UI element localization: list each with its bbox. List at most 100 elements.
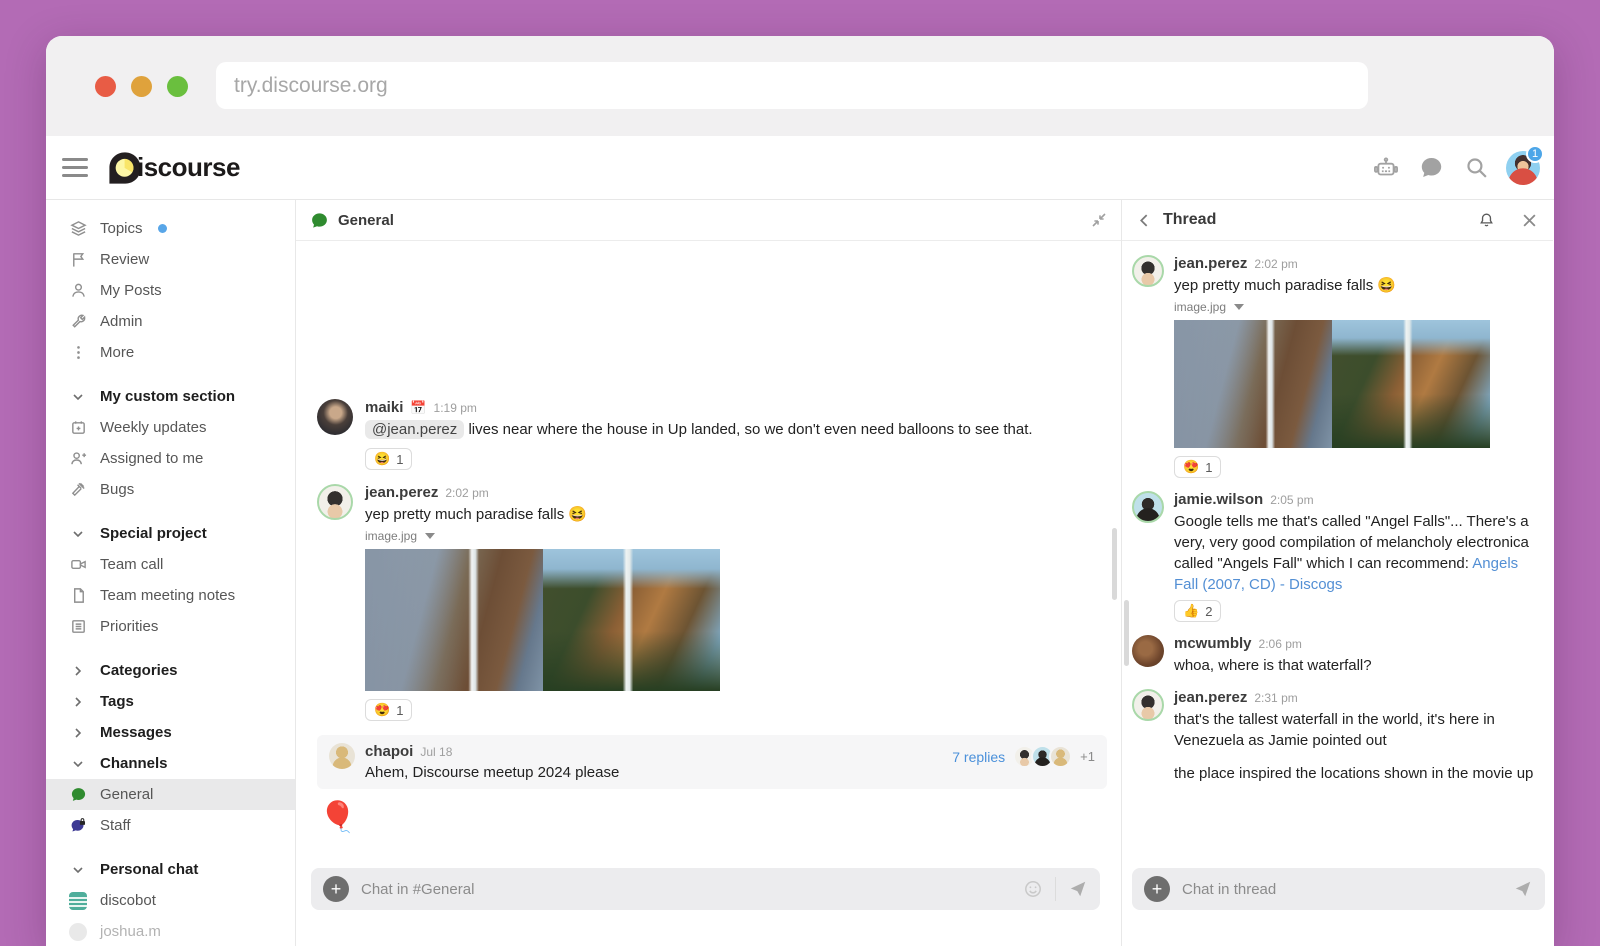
attach-plus-button[interactable]: + bbox=[323, 876, 349, 902]
sidebar-item-priorities[interactable]: Priorities bbox=[46, 611, 295, 642]
waterfall-image-1[interactable] bbox=[1174, 320, 1332, 448]
sidebar-item-staff[interactable]: Staff bbox=[46, 810, 295, 841]
attach-plus-button[interactable]: + bbox=[1144, 876, 1170, 902]
message-username[interactable]: maiki bbox=[365, 399, 403, 416]
sidebar-item-discobot[interactable]: discobot bbox=[46, 885, 295, 916]
chat-message: jean.perez 2:02 pm yep pretty much parad… bbox=[1122, 255, 1553, 478]
maximize-window-button[interactable] bbox=[167, 76, 188, 97]
message-text: that's the tallest waterfall in the worl… bbox=[1174, 709, 1539, 751]
chevron-right-icon bbox=[69, 696, 87, 708]
sidebar-section-personal-chat[interactable]: Personal chat bbox=[46, 854, 295, 885]
avatar[interactable] bbox=[1132, 689, 1164, 721]
sidebar-item-team-meeting-notes[interactable]: Team meeting notes bbox=[46, 580, 295, 611]
browser-titlebar: try.discourse.org bbox=[46, 36, 1554, 136]
message-time: 1:19 pm bbox=[434, 401, 477, 415]
sidebar-section-messages[interactable]: Messages bbox=[46, 717, 295, 748]
thread-summary-card[interactable]: chapoi Jul 18 Ahem, Discourse meetup 202… bbox=[317, 735, 1107, 789]
reaction-pill[interactable]: 👍 2 bbox=[1174, 600, 1221, 622]
sidebar-section-my-custom-section[interactable]: My custom section bbox=[46, 381, 295, 412]
minimize-window-button[interactable] bbox=[131, 76, 152, 97]
url-bar[interactable]: try.discourse.org bbox=[216, 62, 1368, 109]
message-username[interactable]: jean.perez bbox=[1174, 255, 1247, 272]
avatar bbox=[329, 743, 355, 769]
send-icon[interactable] bbox=[1068, 879, 1088, 899]
sidebar-section-channels[interactable]: Channels bbox=[46, 748, 295, 779]
ellipsis-vertical-icon bbox=[69, 344, 87, 361]
browser-window: try.discourse.org iscourse bbox=[46, 36, 1554, 946]
message-time: 2:31 pm bbox=[1254, 691, 1297, 705]
sidebar-item-admin[interactable]: Admin bbox=[46, 306, 295, 337]
bell-icon[interactable] bbox=[1477, 211, 1496, 230]
sidebar-item-label: Priorities bbox=[100, 618, 158, 635]
user-avatar[interactable]: 1 bbox=[1506, 151, 1540, 185]
sidebar-item-joshua-m[interactable]: joshua.m bbox=[46, 916, 295, 946]
sidebar-section-special-project[interactable]: Special project bbox=[46, 518, 295, 549]
message-username[interactable]: jean.perez bbox=[365, 484, 438, 501]
sidebar-item-label: Team meeting notes bbox=[100, 587, 235, 604]
search-icon[interactable] bbox=[1461, 153, 1491, 183]
waterfall-image-2[interactable] bbox=[1332, 320, 1490, 448]
scrollbar[interactable] bbox=[1112, 528, 1117, 600]
message-username[interactable]: jean.perez bbox=[1174, 689, 1247, 706]
message-time: 2:05 pm bbox=[1270, 493, 1313, 507]
sidebar-item-more[interactable]: More bbox=[46, 337, 295, 368]
avatar[interactable] bbox=[1132, 255, 1164, 287]
composer-placeholder[interactable]: Chat in thread bbox=[1182, 881, 1501, 898]
reaction-pill[interactable]: 😍 1 bbox=[1174, 456, 1221, 478]
close-window-button[interactable] bbox=[95, 76, 116, 97]
reaction-emoji: 😆 bbox=[374, 451, 390, 467]
sidebar-item-my-posts[interactable]: My Posts bbox=[46, 275, 295, 306]
avatar[interactable] bbox=[317, 484, 353, 520]
chat-message: mcwumbly 2:06 pm whoa, where is that wat… bbox=[1122, 635, 1553, 676]
list-icon bbox=[69, 618, 87, 635]
chevron-down-icon bbox=[69, 864, 87, 876]
back-chevron-icon[interactable] bbox=[1138, 214, 1151, 227]
sidebar-item-label: joshua.m bbox=[100, 923, 161, 940]
reaction-emoji: 👍 bbox=[1183, 603, 1199, 619]
collapse-icon[interactable] bbox=[1091, 212, 1107, 228]
sidebar-section-categories[interactable]: Categories bbox=[46, 655, 295, 686]
sidebar-item-team-call[interactable]: Team call bbox=[46, 549, 295, 580]
sidebar-item-general[interactable]: General bbox=[46, 779, 295, 810]
attachment-filename: image.jpg bbox=[1174, 300, 1226, 314]
sidebar-item-label: My Posts bbox=[100, 282, 162, 299]
send-icon[interactable] bbox=[1513, 879, 1533, 899]
sidebar-section-tags[interactable]: Tags bbox=[46, 686, 295, 717]
wrench-icon bbox=[69, 313, 87, 330]
composer-placeholder[interactable]: Chat in #General bbox=[361, 881, 1011, 898]
replies-link[interactable]: 7 replies bbox=[952, 749, 1005, 765]
attachment-toggle[interactable]: image.jpg bbox=[1174, 300, 1490, 314]
scrollbar[interactable] bbox=[1124, 600, 1129, 666]
emoji-picker-icon[interactable] bbox=[1023, 879, 1043, 899]
message-time: 2:02 pm bbox=[1254, 257, 1297, 271]
balloon-emoji-message: 🎈 bbox=[319, 803, 1121, 833]
attachment-toggle[interactable]: image.jpg bbox=[365, 529, 720, 543]
sidebar-item-label: Assigned to me bbox=[100, 450, 203, 467]
message-username[interactable]: jamie.wilson bbox=[1174, 491, 1263, 508]
channel-header: General bbox=[296, 200, 1121, 241]
chat-icon[interactable] bbox=[1416, 153, 1446, 183]
sidebar-item-topics[interactable]: Topics bbox=[46, 213, 295, 244]
close-icon[interactable] bbox=[1522, 213, 1537, 228]
reaction-pill[interactable]: 😆 1 bbox=[365, 448, 412, 470]
waterfall-image-2[interactable] bbox=[543, 549, 720, 691]
hamburger-menu-icon[interactable] bbox=[62, 158, 88, 177]
sidebar-item-bugs[interactable]: Bugs bbox=[46, 474, 295, 505]
message-username[interactable]: mcwumbly bbox=[1174, 635, 1252, 652]
bot-icon[interactable] bbox=[1371, 153, 1401, 183]
avatar[interactable] bbox=[1132, 635, 1164, 667]
sidebar-item-assigned-to-me[interactable]: Assigned to me bbox=[46, 443, 295, 474]
reaction-pill[interactable]: 😍 1 bbox=[365, 699, 412, 721]
avatar[interactable] bbox=[1132, 491, 1164, 523]
discourse-logo[interactable]: iscourse bbox=[108, 151, 240, 185]
user-mention[interactable]: @jean.perez bbox=[365, 420, 464, 439]
waterfall-image-1[interactable] bbox=[365, 549, 543, 691]
sidebar-item-review[interactable]: Review bbox=[46, 244, 295, 275]
thread-composer[interactable]: + Chat in thread bbox=[1132, 868, 1545, 910]
sidebar-item-weekly-updates[interactable]: Weekly updates bbox=[46, 412, 295, 443]
section-title: Messages bbox=[100, 724, 172, 741]
sidebar: Topics Review My Posts Admin bbox=[46, 200, 295, 946]
message-date: Jul 18 bbox=[420, 745, 452, 759]
channel-composer[interactable]: + Chat in #General bbox=[311, 868, 1100, 910]
avatar[interactable] bbox=[317, 399, 353, 435]
